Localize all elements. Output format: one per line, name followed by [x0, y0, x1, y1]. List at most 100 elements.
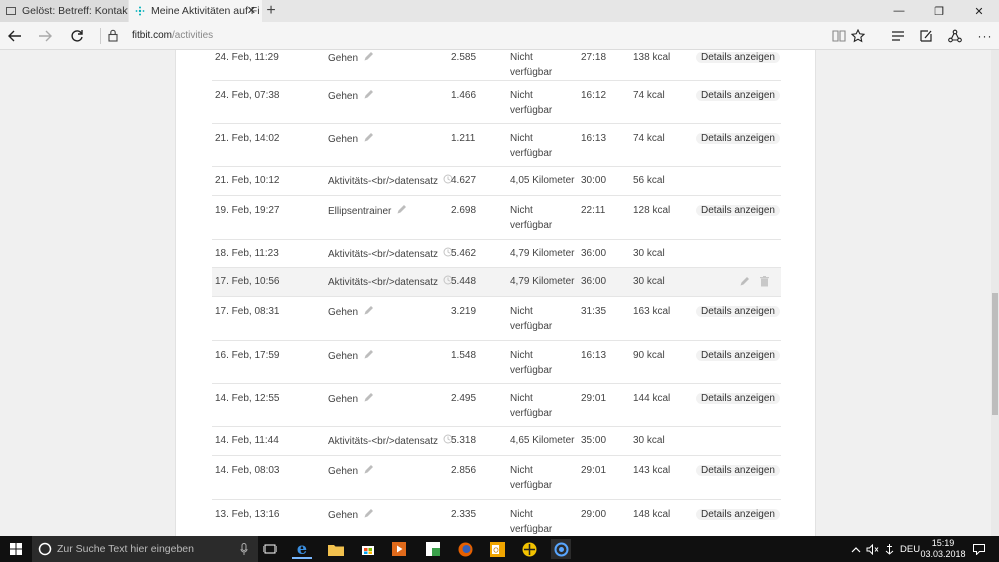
microphone-icon[interactable]: [240, 543, 248, 555]
close-tab-icon[interactable]: ✕: [247, 4, 256, 17]
windows-start-icon[interactable]: [6, 539, 26, 559]
forward-icon[interactable]: [34, 26, 56, 46]
back-icon[interactable]: [4, 26, 26, 46]
details-button[interactable]: Details anzeigen: [696, 305, 780, 320]
details-button-label[interactable]: Details anzeigen: [696, 465, 780, 476]
edge-icon[interactable]: e: [292, 539, 312, 559]
activity-type[interactable]: Gehen: [328, 132, 374, 149]
new-tab-icon[interactable]: +: [262, 0, 280, 22]
refresh-icon[interactable]: [66, 26, 88, 46]
details-button[interactable]: Details anzeigen: [696, 392, 780, 407]
file-explorer-icon[interactable]: [326, 539, 346, 559]
details-button[interactable]: Details anzeigen: [696, 349, 780, 364]
table-row[interactable]: 17. Feb, 10:56 Aktivitäts-<br/>datensatz 5…: [212, 268, 781, 297]
details-button[interactable]: Details anzeigen: [696, 89, 780, 104]
media-player-icon[interactable]: [389, 539, 409, 559]
activity-distance: Nicht verfügbar: [510, 51, 552, 80]
url-field[interactable]: fitbit.com/activities: [132, 30, 213, 41]
table-row[interactable]: 21. Feb, 14:02 Gehen 1.211 Nicht verfügbar 16…: [212, 124, 781, 167]
web-note-icon[interactable]: [915, 26, 937, 46]
pencil-icon[interactable]: [363, 508, 374, 525]
hub-icon[interactable]: [887, 26, 909, 46]
activity-type[interactable]: Ellipsentrainer: [328, 204, 407, 221]
table-row[interactable]: 17. Feb, 08:31 Gehen 3.219 Nicht verfügbar 31…: [212, 297, 781, 341]
action-center-icon[interactable]: [973, 536, 985, 562]
details-button[interactable]: Details anzeigen: [696, 204, 780, 219]
activity-type[interactable]: Gehen: [328, 89, 374, 106]
activity-type[interactable]: Gehen: [328, 51, 374, 68]
firefox-icon[interactable]: [455, 539, 475, 559]
edit-icon[interactable]: [739, 276, 750, 290]
details-button[interactable]: Details anzeigen: [696, 132, 780, 147]
details-button-label[interactable]: Details anzeigen: [696, 205, 780, 216]
tab-activities[interactable]: Meine Aktivitäten auf Fi ✕: [129, 0, 262, 22]
table-row[interactable]: 14. Feb, 08:03 Gehen 2.856 Nicht verfügbar 29…: [212, 456, 781, 500]
activity-calories: 148 kcal: [633, 509, 671, 520]
details-button-label[interactable]: Details anzeigen: [696, 90, 780, 101]
minimize-icon[interactable]: —: [879, 0, 919, 22]
activity-distance: Nicht verfügbar: [510, 305, 552, 334]
details-button-label[interactable]: Details anzeigen: [696, 393, 780, 404]
details-button-label[interactable]: Details anzeigen: [696, 350, 780, 361]
table-row[interactable]: 18. Feb, 11:23 Aktivitäts-<br/>datensatz 5…: [212, 240, 781, 268]
table-row[interactable]: 24. Feb, 07:38 Gehen 1.466 Nicht verfügbar 16…: [212, 81, 781, 124]
details-button[interactable]: Details anzeigen: [696, 51, 780, 66]
restore-icon[interactable]: ❐: [919, 0, 959, 22]
app-icon[interactable]: [423, 539, 443, 559]
details-button-label[interactable]: Details anzeigen: [696, 306, 780, 317]
pencil-icon[interactable]: [363, 392, 374, 409]
activity-type[interactable]: Gehen: [328, 464, 374, 481]
fitbit-app-icon[interactable]: [551, 539, 571, 559]
activity-date: 19. Feb, 19:27: [215, 205, 280, 216]
share-icon[interactable]: [944, 26, 966, 46]
table-row[interactable]: 14. Feb, 12:55 Gehen 2.495 Nicht verfügbar 29…: [212, 384, 781, 427]
pencil-icon[interactable]: [363, 305, 374, 322]
tab-fitbit-community[interactable]: Gelöst: Betreff: Kontakte nic: [0, 0, 128, 22]
pencil-icon[interactable]: [396, 204, 407, 221]
table-row[interactable]: 19. Feb, 19:27 Ellipsentrainer 2.698 Nicht v…: [212, 196, 781, 240]
divider: [100, 28, 101, 44]
trash-icon[interactable]: [760, 276, 769, 290]
details-button-label[interactable]: Details anzeigen: [696, 52, 780, 63]
taskbar-search-input[interactable]: Zur Suche Text hier eingeben: [32, 536, 258, 562]
outlook-icon[interactable]: O: [487, 539, 507, 559]
table-row[interactable]: 14. Feb, 11:44 Aktivitäts-<br/>datensatz 5…: [212, 427, 781, 456]
table-row[interactable]: 16. Feb, 17:59 Gehen 1.548 Nicht verfügbar 16…: [212, 341, 781, 384]
volume-muted-icon[interactable]: [866, 536, 879, 562]
more-icon[interactable]: ···: [974, 26, 996, 46]
scrollbar-thumb[interactable]: [992, 293, 998, 415]
activity-type[interactable]: Aktivitäts-<br/>datensatz: [328, 174, 453, 190]
close-window-icon[interactable]: ✕: [959, 0, 999, 22]
scrollbar[interactable]: [991, 50, 999, 536]
store-icon[interactable]: [358, 539, 378, 559]
activity-type[interactable]: Aktivitäts-<br/>datensatz: [328, 247, 453, 263]
app-icon[interactable]: [519, 539, 539, 559]
pencil-icon[interactable]: [363, 349, 374, 366]
table-row[interactable]: 21. Feb, 10:12 Aktivitäts-<br/>datensatz 4…: [212, 167, 781, 196]
show-hidden-icons-icon[interactable]: [851, 536, 861, 562]
pencil-icon[interactable]: [363, 464, 374, 481]
pencil-icon[interactable]: [363, 132, 374, 149]
activity-type[interactable]: Gehen: [328, 305, 374, 322]
activity-distance-line: Nicht: [510, 205, 533, 216]
task-view-icon[interactable]: [260, 539, 280, 559]
activity-type[interactable]: Gehen: [328, 392, 374, 409]
activity-steps: 2.335: [451, 509, 477, 520]
lock-icon[interactable]: [108, 29, 118, 42]
pencil-icon[interactable]: [363, 51, 374, 68]
pencil-icon[interactable]: [363, 89, 374, 106]
row-actions: [739, 276, 769, 290]
details-button-label[interactable]: Details anzeigen: [696, 133, 780, 144]
table-row[interactable]: 24. Feb, 11:29 Gehen 2.585 Nicht verfügbar 27…: [212, 50, 781, 81]
details-button[interactable]: Details anzeigen: [696, 508, 780, 523]
activity-type[interactable]: Gehen: [328, 349, 374, 366]
details-button-label[interactable]: Details anzeigen: [696, 509, 780, 520]
details-button[interactable]: Details anzeigen: [696, 464, 780, 479]
table-row[interactable]: 13. Feb, 13:16 Gehen 2.335 Nicht verfügbar 29…: [212, 500, 781, 536]
activity-type[interactable]: Gehen: [328, 508, 374, 525]
network-icon[interactable]: [883, 536, 896, 562]
clock[interactable]: 15:19 03.03.2018: [918, 538, 968, 560]
activity-type[interactable]: Aktivitäts-<br/>datensatz: [328, 434, 453, 450]
activity-type[interactable]: Aktivitäts-<br/>datensatz: [328, 275, 453, 291]
favorite-star-icon[interactable]: [847, 26, 869, 46]
